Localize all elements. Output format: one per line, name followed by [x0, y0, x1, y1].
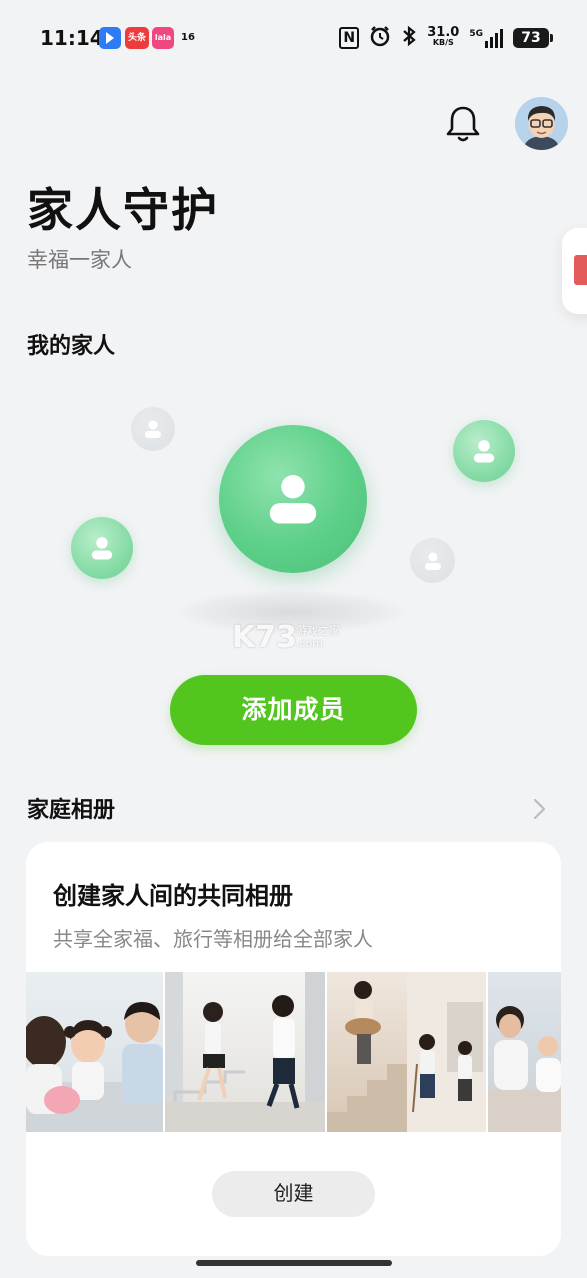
page-title: 家人守护 [27, 183, 219, 237]
create-album-button[interactable]: 创建 [212, 1171, 375, 1217]
person-icon [91, 537, 113, 560]
status-time: 11:14 [40, 26, 104, 50]
side-floating-card[interactable] [562, 228, 587, 314]
album-card-description: 共享全家福、旅行等相册给全部家人 [53, 927, 373, 951]
main-member-bubble[interactable] [219, 425, 367, 573]
bell-icon[interactable] [444, 104, 482, 144]
family-section-title: 我的家人 [27, 334, 116, 359]
photo-strip [26, 972, 561, 1132]
signal-icon: 5G [469, 28, 503, 48]
family-photo [26, 972, 164, 1132]
page-subtitle[interactable]: 幸福一家人 [27, 244, 132, 274]
toutiao-icon: 头条 [125, 27, 149, 49]
add-member-button[interactable]: 添加成员 [170, 675, 417, 745]
person-icon [424, 552, 441, 570]
person-icon [473, 440, 495, 463]
album-card: 创建家人间的共同相册 共享全家福、旅行等相册给全部家人 创建 [26, 842, 561, 1256]
home-indicator[interactable] [196, 1260, 392, 1266]
album-section-header[interactable]: 家庭相册 [27, 792, 547, 826]
family-photo [326, 972, 487, 1132]
album-section-title: 家庭相册 [27, 798, 116, 823]
battery-icon: 73 [513, 28, 553, 48]
family-photo [488, 972, 561, 1132]
alarm-icon [369, 25, 391, 51]
album-card-title: 创建家人间的共同相册 [53, 882, 293, 910]
watermark-logo: K73 [232, 620, 297, 655]
person-icon [145, 420, 161, 438]
status-bar: 11:14 头条 lala 16 N 31.0 KB/S 5G 73 [0, 0, 587, 76]
avatar[interactable] [515, 97, 568, 150]
calendar-icon: 16 [181, 32, 195, 43]
person-icon [269, 475, 317, 524]
bluetooth-icon [401, 25, 417, 51]
family-member-bubble[interactable] [453, 420, 515, 482]
family-member-bubble[interactable] [71, 517, 133, 579]
family-member-bubble[interactable] [131, 407, 175, 451]
family-member-bubble[interactable] [410, 538, 455, 583]
network-speed: 31.0 KB/S [427, 25, 460, 47]
app-notification-icon [99, 27, 121, 49]
nfc-icon: N [339, 27, 360, 49]
watermark-subtext: 游戏之家 .com [296, 624, 340, 650]
lala-icon: lala [152, 27, 174, 49]
side-card-icon [574, 255, 587, 285]
family-photo [165, 972, 325, 1132]
chevron-right-icon[interactable] [531, 798, 547, 820]
